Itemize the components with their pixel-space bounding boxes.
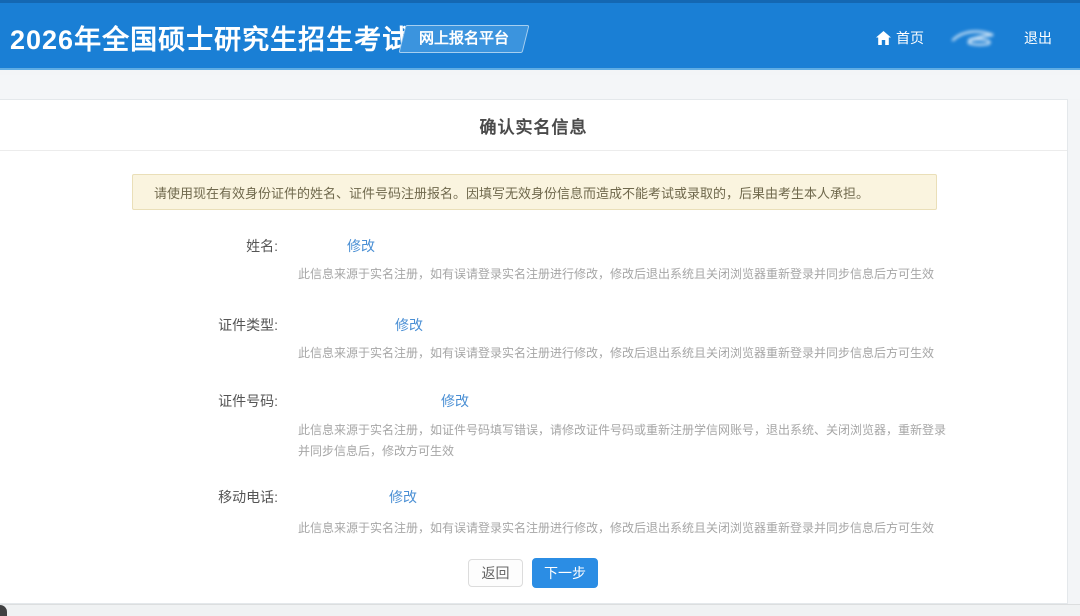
page-background-strip	[0, 75, 1080, 99]
registration-page: 2026年全国硕士研究生招生考试 网上报名平台 首页 退出	[0, 0, 1080, 616]
next-step-button[interactable]: 下一步	[532, 558, 598, 588]
field-help-id-type: 此信息来源于实名注册，如有误请登录实名注册进行修改，修改后退出系统且关闭浏览器重…	[298, 343, 934, 364]
field-help-mobile: 此信息来源于实名注册，如有误请登录实名注册进行修改，修改后退出系统且关闭浏览器重…	[298, 518, 934, 539]
field-help-id-number: 此信息来源于实名注册，如证件号码填写错误，请修改证件号码或重新注册学信网账号，退…	[298, 420, 946, 462]
field-label-name: 姓名:	[78, 236, 278, 256]
platform-badge-label: 网上报名平台	[419, 26, 509, 52]
nav-home-label: 首页	[896, 28, 924, 48]
nav-logout-label: 退出	[1024, 28, 1052, 48]
header-nav: 首页 退出	[876, 3, 1052, 73]
nav-logout[interactable]: 退出	[1024, 28, 1052, 48]
modify-mobile-link[interactable]: 修改	[389, 487, 417, 507]
header-bar: 2026年全国硕士研究生招生考试 网上报名平台 首页 退出	[0, 0, 1080, 70]
home-icon	[876, 31, 891, 45]
field-label-mobile: 移动电话:	[78, 487, 278, 507]
site-title: 2026年全国硕士研究生招生考试	[10, 18, 410, 57]
page-title: 确认实名信息	[480, 113, 588, 138]
content-card: 确认实名信息 请使用现在有效身份证件的姓名、证件号码注册报名。因填写无效身份信息…	[0, 99, 1068, 604]
platform-badge: 网上报名平台	[399, 25, 530, 53]
modify-id-type-link[interactable]: 修改	[395, 315, 423, 335]
field-label-id-type: 证件类型:	[78, 315, 278, 335]
footer-strip	[0, 604, 1080, 616]
field-label-id-number: 证件号码:	[78, 391, 278, 411]
field-help-name: 此信息来源于实名注册，如有误请登录实名注册进行修改，修改后退出系统且关闭浏览器重…	[298, 264, 934, 285]
title-bar: 确认实名信息	[0, 100, 1067, 151]
modify-name-link[interactable]: 修改	[347, 236, 375, 256]
back-button[interactable]: 返回	[468, 559, 523, 587]
notice-text: 请使用现在有效身份证件的姓名、证件号码注册报名。因填写无效身份信息而造成不能考试…	[154, 183, 869, 202]
modify-id-number-link[interactable]: 修改	[441, 391, 469, 411]
nav-home[interactable]: 首页	[876, 28, 924, 48]
username-link[interactable]	[950, 27, 998, 49]
username-redacted-scribble	[950, 27, 998, 49]
notice-banner: 请使用现在有效身份证件的姓名、证件号码注册报名。因填写无效身份信息而造成不能考试…	[132, 174, 937, 210]
